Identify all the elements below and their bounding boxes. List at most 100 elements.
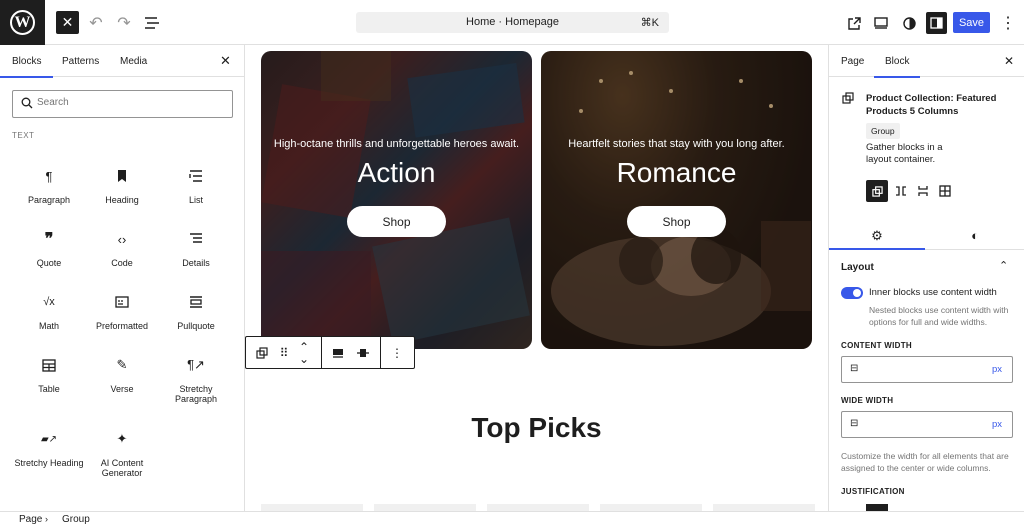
settings-tabs: Page Block ✕	[829, 45, 1024, 78]
cover-romance[interactable]: Heartfelt stories that stay with you lon…	[541, 51, 812, 349]
close-inserter-button[interactable]: ✕	[56, 11, 79, 34]
details-icon	[159, 231, 233, 247]
block-label: Code	[111, 258, 133, 268]
block-stretchy-heading[interactable]: ▰↗ Stretchy Heading	[12, 431, 86, 469]
content-width-toggle[interactable]	[841, 287, 863, 299]
unit-select[interactable]: px	[992, 364, 1002, 375]
inserter-tabs: Blocks Patterns Media ✕	[0, 45, 244, 78]
block-math[interactable]: √x Math	[12, 294, 86, 331]
product-placeholder	[487, 504, 589, 511]
verse-icon: ✎	[116, 357, 128, 372]
justify-stretch-icon: ⊟	[850, 418, 859, 429]
search-input[interactable]	[37, 97, 227, 108]
undo-icon[interactable]: ↶	[84, 11, 108, 35]
block-label: Preformatted	[95, 321, 149, 331]
block-code[interactable]: ‹› Code	[85, 231, 159, 269]
wide-width-label: WIDE WIDTH	[841, 396, 894, 405]
block-table[interactable]: Table	[12, 357, 86, 394]
layout-section-title[interactable]: Layout	[841, 262, 874, 273]
chevron-right-icon: ›	[45, 514, 48, 524]
cover-action[interactable]: High-octane thrills and unforgettable he…	[261, 51, 532, 349]
settings-sidebar-button[interactable]	[926, 12, 947, 34]
styles-button[interactable]	[897, 11, 921, 35]
settings-subtabs: ⚙ ◐	[829, 222, 1024, 250]
redo-icon[interactable]: ↷	[112, 11, 136, 35]
product-placeholders	[261, 504, 815, 511]
math-icon: √x	[43, 296, 55, 308]
cover-heading: Action	[357, 157, 436, 188]
grid-variation-icon[interactable]	[934, 180, 956, 202]
tab-patterns[interactable]: Patterns	[62, 56, 99, 67]
wide-width-field[interactable]: ⊟ px	[841, 411, 1013, 438]
gear-icon[interactable]: ⚙	[829, 228, 925, 250]
document-title: Home · Homepage	[466, 16, 559, 28]
options-menu-icon[interactable]: ⋮	[996, 11, 1020, 35]
document-bar[interactable]: Home · Homepage ⌘K	[356, 12, 669, 33]
tab-block[interactable]: Block	[873, 56, 922, 78]
block-stretchy-paragraph[interactable]: ¶↗ Stretchy Paragraph	[159, 357, 233, 404]
external-link-icon	[847, 16, 861, 30]
unit-select[interactable]: px	[992, 419, 1002, 430]
preformatted-icon	[85, 294, 159, 310]
content-width-field[interactable]: ⊟ px	[841, 356, 1013, 383]
heading-icon	[85, 168, 159, 184]
block-description: Gather blocks in a layout container.	[866, 142, 943, 165]
block-heading[interactable]: Heading	[85, 168, 159, 205]
align-top-icon[interactable]	[330, 345, 346, 361]
stack-variation-icon[interactable]	[912, 180, 934, 202]
sparkle-icon: ✦	[116, 431, 128, 446]
section-heading[interactable]: Top Picks	[245, 412, 828, 444]
styles-icon[interactable]: ◐	[965, 228, 985, 243]
block-search[interactable]	[12, 90, 233, 118]
justification-option[interactable]	[866, 504, 888, 511]
group-block-icon	[842, 92, 854, 107]
block-paragraph[interactable]: ¶ Paragraph	[12, 168, 86, 206]
tab-blocks[interactable]: Blocks	[0, 56, 55, 78]
block-label: Table	[38, 384, 60, 394]
justification-label: JUSTIFICATION	[841, 487, 905, 496]
chevron-up-icon[interactable]: ⌃	[999, 259, 1008, 272]
wordpress-logo-button[interactable]: W	[0, 0, 45, 45]
more-options-icon[interactable]: ⋮	[389, 345, 405, 361]
group-variation-icon[interactable]	[866, 180, 888, 202]
block-label: Stretchy Paragraph	[174, 384, 218, 404]
group-icon[interactable]	[254, 345, 270, 361]
close-icon[interactable]: ✕	[220, 53, 231, 69]
block-list[interactable]: List	[159, 168, 233, 205]
command-shortcut: ⌘K	[640, 17, 659, 29]
block-label: Verse	[110, 384, 134, 394]
breadcrumb-group[interactable]: Group	[62, 514, 90, 525]
shop-button[interactable]: Shop	[627, 206, 726, 237]
device-preview-button[interactable]	[869, 11, 893, 35]
block-label: Details	[182, 258, 210, 268]
shop-button[interactable]: Shop	[347, 206, 446, 237]
block-pullquote[interactable]: Pullquote	[159, 294, 233, 331]
block-type-badge: Group	[866, 123, 900, 139]
row-variation-icon[interactable]	[890, 180, 912, 202]
category-label: TEXT	[12, 131, 35, 140]
toolbar-divider	[321, 337, 322, 368]
save-button[interactable]: Save	[953, 12, 990, 33]
block-preformatted[interactable]: Preformatted	[85, 294, 159, 331]
sidebar-icon	[930, 17, 943, 29]
block-verse[interactable]: ✎ Verse	[85, 357, 159, 394]
toggle-label: Inner blocks use content width	[869, 287, 997, 298]
view-page-button[interactable]	[842, 11, 866, 35]
move-down-icon[interactable]: ⌄	[296, 351, 312, 367]
product-placeholder	[713, 504, 815, 511]
drag-handle-icon[interactable]: ⠿	[276, 345, 292, 361]
tab-page[interactable]: Page	[841, 56, 864, 67]
block-details[interactable]: Details	[159, 231, 233, 268]
justify-center-icon[interactable]	[355, 345, 371, 361]
breadcrumb: Page › Group	[0, 511, 1024, 527]
close-icon[interactable]: ✕	[1004, 54, 1014, 68]
document-overview-button[interactable]	[140, 11, 164, 35]
breadcrumb-page[interactable]: Page	[19, 514, 42, 525]
block-quote[interactable]: ❞ Quote	[12, 231, 86, 268]
editor-canvas[interactable]: High-octane thrills and unforgettable he…	[245, 45, 828, 511]
pullquote-icon	[159, 294, 233, 310]
tab-media[interactable]: Media	[120, 56, 147, 67]
toggle-help-text: Nested blocks use content width with opt…	[869, 305, 1009, 327]
block-label: Heading	[105, 195, 139, 205]
block-ai-content-generator[interactable]: ✦ AI Content Generator	[85, 431, 159, 478]
